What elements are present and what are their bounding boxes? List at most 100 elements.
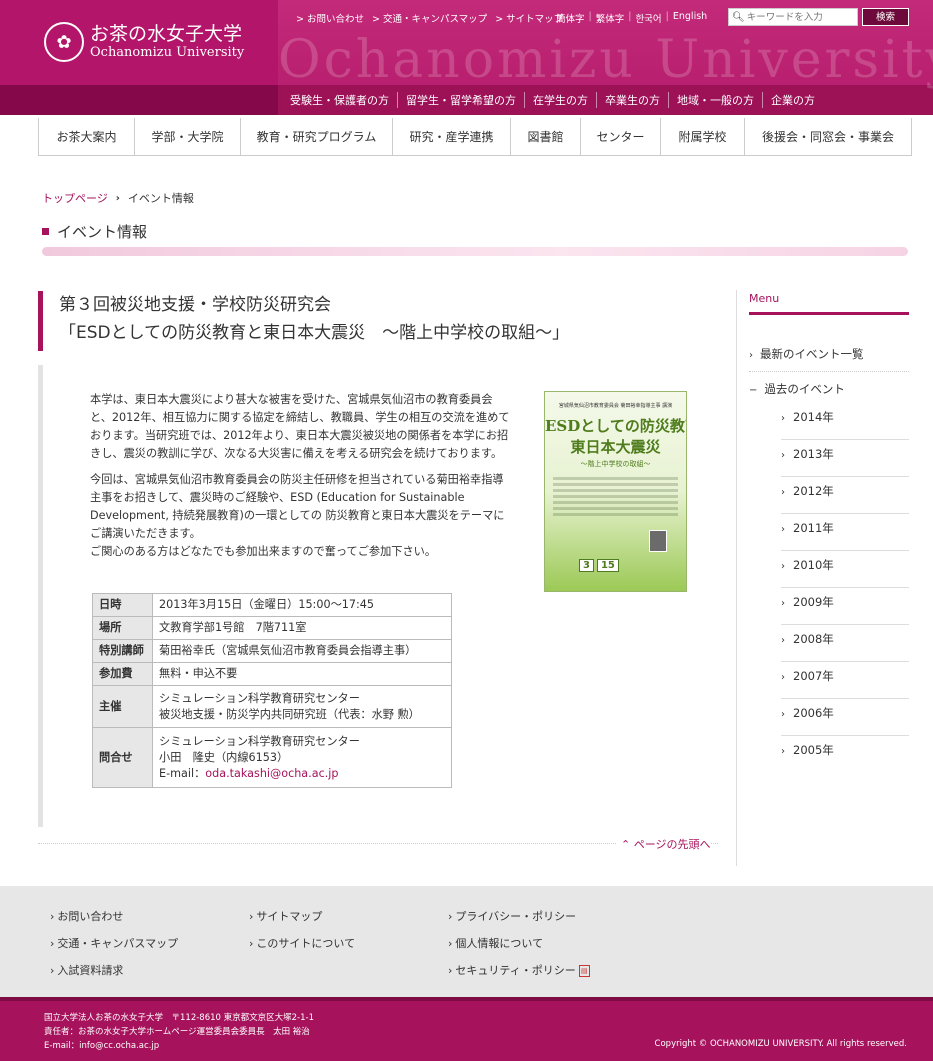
- poster-title-line1: ESDとしての防災教育と: [545, 417, 686, 435]
- table-row: 問合せ シミュレーション科学教育研究センター 小田 隆史（内線6153） E-m…: [92, 727, 452, 788]
- breadcrumb-home[interactable]: トップページ: [42, 190, 108, 206]
- footer-link-sitemap[interactable]: › サイトマップ: [249, 908, 355, 935]
- contact-email-link[interactable]: oda.takashi@ocha.ac.jp: [205, 767, 338, 780]
- audience-link-international[interactable]: 留学生・留学希望の方: [397, 92, 524, 108]
- footer-link-label: 個人情報について: [455, 937, 544, 950]
- lang-link-korean[interactable]: 한국어: [635, 11, 661, 25]
- sidebar-year-2010[interactable]: › 2010年: [781, 551, 909, 588]
- address-line-1: 国立大学法人お茶の水女子大学 〒112-8610 東京都文京区大塚2-1-1: [44, 1013, 314, 1023]
- chevron-right-icon: ›: [50, 910, 55, 923]
- address-line-3[interactable]: E-mail：info@cc.ocha.ac.jp: [44, 1039, 314, 1053]
- nav-item-library[interactable]: 図書館: [511, 118, 581, 155]
- article-title-line2: 「ESDとしての防災教育と東日本大震災 ～階上中学校の取組～」: [59, 323, 570, 343]
- university-logo[interactable]: ✿ お茶の水女子大学 Ochanomizu University: [44, 22, 244, 62]
- poster-speaker-photo: [649, 530, 667, 552]
- contact-line-2: 小田 隆史（内線6153）: [159, 750, 289, 764]
- audience-nav: 受験生・保護者の方 留学生・留学希望の方 在学生の方 卒業生の方 地域・一般の方…: [282, 92, 823, 108]
- site-header: Ochanomizu University ✿ お茶の水女子大学 Ochanom…: [0, 0, 933, 115]
- footer-column-3: › プライバシー・ポリシー › 個人情報について › セキュリティ・ポリシー ▤: [448, 908, 590, 989]
- sidebar-heading: Menu: [749, 292, 909, 315]
- util-link-contact[interactable]: > お問い合わせ: [296, 11, 364, 25]
- row-value-contact: シミュレーション科学教育研究センター 小田 隆史（内線6153） E-mail：…: [152, 727, 452, 788]
- footer-link-contact[interactable]: › お問い合わせ: [50, 908, 178, 935]
- copyright: Copyright © OCHANOMIZU UNIVERSITY. All r…: [654, 1039, 907, 1049]
- page-top-link[interactable]: ⌃ ページの先頭へ: [617, 836, 711, 852]
- year-label: 2009年: [793, 595, 834, 609]
- sidebar: Menu › 最新のイベント一覧 − 過去のイベント › 2014年 › 2013年 ›…: [749, 292, 909, 773]
- search-button[interactable]: 検索: [862, 8, 909, 26]
- chevron-right-icon: ›: [50, 964, 55, 977]
- row-value-organizer: シミュレーション科学教育研究センター 被災地支援・防災学内共同研究班（代表：水野…: [152, 685, 452, 728]
- row-value-datetime: 2013年3月15日（金曜日）15:00～17:45: [152, 593, 452, 617]
- nav-item-affiliated-schools[interactable]: 附属学校: [661, 118, 745, 155]
- audience-link-students[interactable]: 在学生の方: [524, 92, 596, 108]
- sidebar-year-2005[interactable]: › 2005年: [781, 736, 909, 773]
- footer-column-2: › サイトマップ › このサイトについて: [249, 908, 355, 962]
- sidebar-year-2013[interactable]: › 2013年: [781, 440, 909, 477]
- logo-japanese: お茶の水女子大学: [90, 23, 243, 45]
- chevron-right-icon: ›: [448, 937, 453, 950]
- lang-link-simplified-chinese[interactable]: 簡体字: [556, 11, 585, 25]
- chevron-right-icon: ›: [781, 635, 785, 646]
- nav-item-education-programs[interactable]: 教育・研究プログラム: [241, 118, 393, 155]
- intro-paragraph-1: 本学は、東日本大震災により甚大な被害を受けた、宮城県気仙沼市の教育委員会と、20…: [90, 393, 510, 460]
- page-top-label: ページの先頭へ: [633, 838, 711, 851]
- title-underline: [42, 247, 908, 256]
- year-label: 2014年: [793, 410, 834, 424]
- page-title: イベント情報: [57, 223, 148, 241]
- nav-item-about[interactable]: お茶大案内: [39, 118, 135, 155]
- event-poster[interactable]: 宮城県気仙沼市教育委員会 菊田裕幸指導主事 講演 ESDとしての防災教育と 東日…: [544, 391, 687, 592]
- sidebar-year-2009[interactable]: › 2009年: [781, 588, 909, 625]
- sidebar-year-2012[interactable]: › 2012年: [781, 477, 909, 514]
- sidebar-year-2007[interactable]: › 2007年: [781, 662, 909, 699]
- sidebar-item-latest-events[interactable]: › 最新のイベント一覧: [749, 337, 909, 372]
- chevron-up-icon: ⌃: [621, 838, 631, 851]
- logo-english: Ochanomizu University: [90, 45, 245, 60]
- audience-link-applicants[interactable]: 受験生・保護者の方: [282, 92, 397, 108]
- year-label: 2011年: [793, 521, 834, 535]
- footer-link-label: 入試資料請求: [57, 964, 124, 977]
- poster-title-line2: 東日本大震災: [570, 438, 661, 456]
- lang-link-english[interactable]: English: [673, 11, 707, 25]
- nav-item-faculties[interactable]: 学部・大学院: [135, 118, 241, 155]
- search-input[interactable]: [746, 11, 852, 23]
- nav-item-centers[interactable]: センター: [581, 118, 661, 155]
- contact-email-prefix: E-mail：: [159, 766, 206, 780]
- util-link-access[interactable]: > 交通・キャンパスマップ: [372, 11, 487, 25]
- year-label: 2012年: [793, 484, 834, 498]
- util-link-sitemap[interactable]: > サイトマップ: [495, 11, 563, 25]
- row-value-venue: 文教育学部1号館 7階711室: [152, 616, 452, 640]
- footer-link-about-site[interactable]: › このサイトについて: [249, 935, 355, 962]
- sidebar-divider: [736, 290, 737, 866]
- sidebar-year-2008[interactable]: › 2008年: [781, 625, 909, 662]
- nav-item-research[interactable]: 研究・産学連携: [393, 118, 511, 155]
- year-label: 2006年: [793, 706, 834, 720]
- footer-link-admission-materials[interactable]: › 入試資料請求: [50, 962, 178, 989]
- footer-link-access[interactable]: › 交通・キャンパスマップ: [50, 935, 178, 962]
- footer-link-privacy-policy[interactable]: › プライバシー・ポリシー: [448, 908, 590, 935]
- footer-link-personal-info[interactable]: › 個人情報について: [448, 935, 590, 962]
- organizer-line-2: 被災地支援・防災学内共同研究班（代表：水野 勲）: [159, 707, 420, 721]
- audience-link-alumni[interactable]: 卒業生の方: [596, 92, 668, 108]
- sidebar-item-past-events[interactable]: − 過去のイベント: [749, 372, 909, 403]
- audience-link-business[interactable]: 企業の方: [762, 92, 823, 108]
- footer-link-security-policy[interactable]: › セキュリティ・ポリシー ▤: [448, 962, 590, 989]
- lang-link-traditional-chinese[interactable]: 繁体字: [596, 11, 625, 25]
- chevron-right-icon: ›: [781, 524, 785, 535]
- intro-paragraph-3: ご関心のある方はどなたでも参加出来ますので奮ってご参加下さい。: [90, 545, 437, 558]
- header-band-left: [0, 85, 278, 115]
- separator: |: [588, 11, 592, 22]
- row-label-organizer: 主催: [92, 685, 153, 728]
- audience-link-community[interactable]: 地域・一般の方: [668, 92, 762, 108]
- article-title-line1: 第３回被災地支援・学校防災研究会: [59, 295, 331, 315]
- sidebar-year-2006[interactable]: › 2006年: [781, 699, 909, 736]
- chevron-right-icon: ›: [781, 450, 785, 461]
- nav-item-alumni-association[interactable]: 後援会・同窓会・事業会: [745, 118, 911, 155]
- sidebar-year-2014[interactable]: › 2014年: [781, 403, 909, 440]
- footer-link-label: 交通・キャンパスマップ: [57, 937, 179, 950]
- page-top-divider: [38, 843, 718, 844]
- sidebar-year-2011[interactable]: › 2011年: [781, 514, 909, 551]
- breadcrumb-separator-icon: ›: [115, 192, 120, 204]
- article-heading: 第３回被災地支援・学校防災研究会 「ESDとしての防災教育と東日本大震災 ～階上…: [38, 291, 569, 351]
- year-label: 2013年: [793, 447, 834, 461]
